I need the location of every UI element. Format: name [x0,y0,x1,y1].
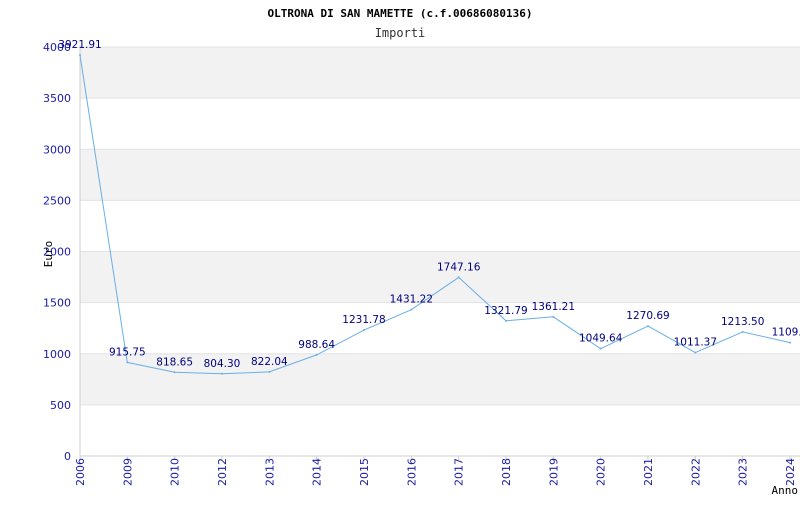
data-point [741,330,744,333]
x-tick-label: 2013 [263,458,276,486]
x-tick-label: 2022 [689,458,702,486]
chart-subtitle: Importi [375,26,426,40]
y-tick-label: 1500 [43,297,71,310]
data-point [505,319,507,322]
data-label: 1213.50 [721,316,764,328]
series-line [79,54,791,375]
data-label: 915.75 [109,346,146,358]
data-label: 3921.91 [58,39,101,51]
data-point [599,347,602,350]
y-tick-label: 1000 [43,348,71,361]
x-tick-label: 2006 [74,458,87,486]
data-point [647,325,649,328]
x-tick-label: 2018 [500,458,513,486]
data-label: 822.04 [251,356,288,368]
x-tick-label: 2021 [642,458,655,486]
x-tick-label: 2009 [121,458,134,486]
y-tick-label: 3000 [43,143,71,156]
data-point [315,353,318,356]
data-point [410,308,413,311]
data-point [552,315,555,318]
data-point [694,351,697,354]
data-label: 1049.64 [579,333,623,345]
data-point [79,53,81,56]
data-label: 1231.78 [342,314,385,326]
y-tick-label: 500 [50,399,71,412]
data-point [789,341,791,344]
data-label: 1321.79 [484,305,527,317]
x-tick-label: 2012 [216,458,229,486]
background-band [80,149,800,201]
data-point [457,276,460,279]
data-label: 818.65 [156,356,193,368]
x-tick-label: 2017 [453,458,466,486]
y-tick-label: 2500 [43,194,71,207]
data-point [268,370,271,373]
y-tick-label: 0 [64,450,71,463]
data-label: 1109.2 [772,327,800,339]
background-band [80,47,800,99]
x-axis-ticks: 2006 2009 2010 2012 2013 2014 2015 2016 2017 2018… [74,456,797,486]
x-tick-label: 2010 [169,458,182,486]
data-label: 1747.16 [437,261,481,273]
data-label: 1011.37 [674,337,717,349]
x-tick-label: 2020 [595,458,608,486]
data-label: 1431.22 [390,294,433,306]
y-axis-label: Euro [42,241,55,268]
data-label: 1270.69 [626,310,669,322]
data-point [363,329,365,332]
series-lines [79,53,791,375]
data-point [221,372,223,375]
y-tick-label: 3500 [43,92,71,105]
x-tick-label: 2014 [311,458,324,486]
data-label: 988.64 [298,339,335,351]
background-band [80,251,800,303]
x-tick-label: 2023 [737,458,750,486]
data-point [173,371,176,374]
x-tick-label: 2015 [358,458,371,486]
data-point [126,361,129,364]
chart-title: OLTRONA DI SAN MAMETTE (c.f.00686080136) [268,7,533,20]
x-axis-label: Anno [772,484,799,497]
x-tick-label: 2019 [547,458,560,486]
line-chart: 05001000150020002500300035004000 2006 200… [42,7,800,497]
x-tick-label: 2024 [784,458,797,486]
data-label: 1361.21 [532,301,575,313]
chart-root: 0 500 1000 1500 2000 2500 3000 3500 4000 2006 200… [0,0,800,500]
x-tick-label: 2016 [405,458,418,486]
data-label: 804.30 [204,358,241,370]
